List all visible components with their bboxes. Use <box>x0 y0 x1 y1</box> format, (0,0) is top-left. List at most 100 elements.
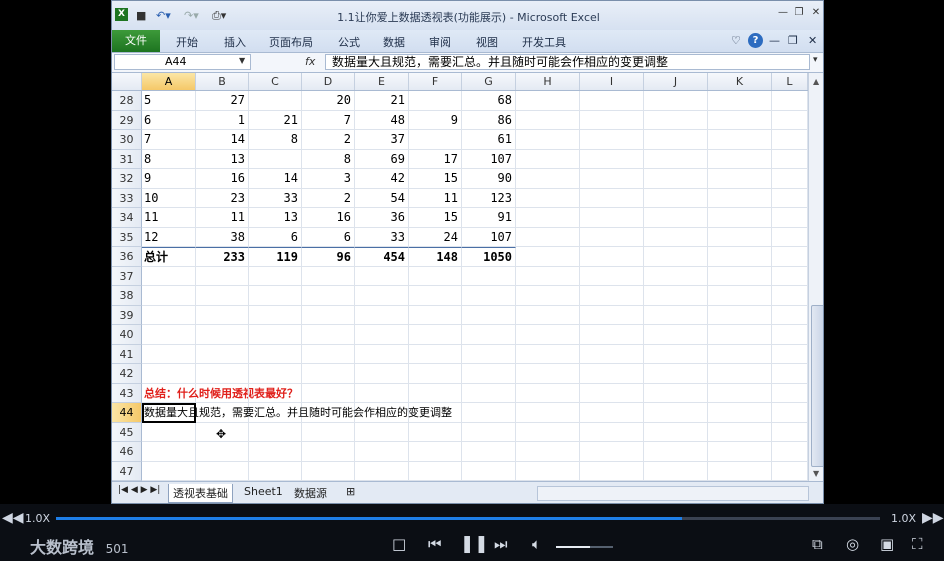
cell-j[interactable] <box>644 149 708 169</box>
playlist-icon[interactable]: ⧉ <box>812 535 823 553</box>
cell-i[interactable] <box>580 383 644 403</box>
cell-k[interactable] <box>708 208 772 228</box>
cell-j[interactable] <box>644 305 708 325</box>
cell-i[interactable] <box>580 266 644 286</box>
cell-b[interactable] <box>196 286 249 306</box>
cell-a[interactable]: 11 <box>142 208 196 228</box>
cell-j[interactable] <box>644 286 708 306</box>
volume-icon[interactable]: 🔈︎ <box>532 535 541 553</box>
cell-a[interactable] <box>142 286 196 306</box>
cell-l[interactable] <box>772 91 808 111</box>
cell-g[interactable] <box>462 422 516 442</box>
cell-i[interactable] <box>580 442 644 462</box>
cell-k[interactable] <box>708 403 772 423</box>
wb-minimize-icon[interactable]: — <box>769 34 780 47</box>
cell-l[interactable] <box>772 149 808 169</box>
cell-f[interactable] <box>409 422 462 442</box>
cell-c[interactable] <box>249 422 302 442</box>
cell-l[interactable] <box>772 110 808 130</box>
worksheet-grid[interactable]: 28 5 27 20 21 68 29 6 1 21 7 48 9 86 30 7 14 8 2 37 61 31 8 13 8… <box>112 91 808 481</box>
cell-e[interactable]: 36 <box>355 208 409 228</box>
cell-d[interactable] <box>302 364 355 384</box>
cell-c[interactable] <box>249 149 302 169</box>
cell-k[interactable] <box>708 227 772 247</box>
cell-i[interactable] <box>580 208 644 228</box>
cell-h[interactable] <box>516 227 580 247</box>
cell-c[interactable] <box>249 266 302 286</box>
cell-d[interactable] <box>302 442 355 462</box>
tab-home[interactable]: 开始 <box>176 34 198 50</box>
sheet-nav-icon[interactable]: |◀ ◀ ▶ ▶| <box>114 484 164 496</box>
cell-j[interactable] <box>644 227 708 247</box>
cell-a[interactable] <box>142 305 196 325</box>
cell-k[interactable] <box>708 325 772 345</box>
cell-h[interactable] <box>516 364 580 384</box>
progress-track[interactable] <box>56 517 880 520</box>
cell-g[interactable]: 61 <box>462 130 516 150</box>
cell-k[interactable] <box>708 364 772 384</box>
cell-j[interactable] <box>644 325 708 345</box>
cell-g[interactable] <box>462 442 516 462</box>
cell-f[interactable] <box>409 325 462 345</box>
cell-e[interactable] <box>355 305 409 325</box>
cell-b[interactable]: 16 <box>196 169 249 189</box>
cell-c[interactable] <box>249 442 302 462</box>
cell-l[interactable] <box>772 422 808 442</box>
cell-j[interactable] <box>644 364 708 384</box>
cell-b[interactable] <box>196 383 249 403</box>
row-header[interactable]: 43 <box>112 383 142 403</box>
cell-k[interactable] <box>708 461 772 481</box>
cell-l[interactable] <box>772 169 808 189</box>
cell-k[interactable] <box>708 286 772 306</box>
cell-g[interactable]: 68 <box>462 91 516 111</box>
formula-input[interactable]: 数据量大且规范，需要汇总。并且随时可能会作相应的变更调整 <box>325 54 810 70</box>
cell-d[interactable] <box>302 422 355 442</box>
summary-title[interactable]: 总结：什么时候用透视表最好？ <box>142 383 298 403</box>
cell-f[interactable]: 24 <box>409 227 462 247</box>
cell-c[interactable]: 119 <box>249 247 302 267</box>
tab-view[interactable]: 视图 <box>476 34 498 50</box>
row-header[interactable]: 29 <box>112 110 142 130</box>
cell-g[interactable] <box>462 286 516 306</box>
cell-a[interactable]: 10 <box>142 188 196 208</box>
cell-g[interactable] <box>462 266 516 286</box>
cell-c[interactable] <box>249 461 302 481</box>
cell-a[interactable]: 9 <box>142 169 196 189</box>
cell-l[interactable] <box>772 130 808 150</box>
cell-a[interactable] <box>142 364 196 384</box>
cell-h[interactable] <box>516 169 580 189</box>
cell-h[interactable] <box>516 247 580 267</box>
column-header-i[interactable]: I <box>580 73 644 90</box>
name-box-dropdown-icon[interactable]: ▼ <box>239 56 245 65</box>
cell-j[interactable] <box>644 344 708 364</box>
cell-d[interactable] <box>302 344 355 364</box>
next-icon[interactable]: ⏭ <box>494 535 508 553</box>
cell-k[interactable] <box>708 188 772 208</box>
cell-f[interactable]: 15 <box>409 169 462 189</box>
minimize-icon[interactable]: — <box>776 7 790 19</box>
cell-j[interactable] <box>644 188 708 208</box>
cell-l[interactable] <box>772 188 808 208</box>
cell-h[interactable] <box>516 461 580 481</box>
ribbon-collapse-icon[interactable]: ♡ <box>731 34 741 47</box>
column-header-f[interactable]: F <box>409 73 462 90</box>
cell-g[interactable]: 90 <box>462 169 516 189</box>
cell-e[interactable] <box>355 325 409 345</box>
cell-b[interactable] <box>196 266 249 286</box>
pause-icon[interactable]: ❚❚ <box>460 534 489 554</box>
wb-close-icon[interactable]: ✕ <box>808 34 817 47</box>
cell-i[interactable] <box>580 344 644 364</box>
cell-l[interactable] <box>772 286 808 306</box>
row-header[interactable]: 44 <box>112 403 142 423</box>
cell-e[interactable]: 42 <box>355 169 409 189</box>
tab-developer[interactable]: 开发工具 <box>522 34 566 50</box>
cell-h[interactable] <box>516 442 580 462</box>
cell-e[interactable]: 69 <box>355 149 409 169</box>
cell-g[interactable] <box>462 403 516 423</box>
row-header[interactable]: 35 <box>112 227 142 247</box>
cell-i[interactable] <box>580 286 644 306</box>
cell-c[interactable] <box>249 325 302 345</box>
cell-f[interactable]: 17 <box>409 149 462 169</box>
cell-h[interactable] <box>516 266 580 286</box>
cell-f[interactable]: 11 <box>409 188 462 208</box>
